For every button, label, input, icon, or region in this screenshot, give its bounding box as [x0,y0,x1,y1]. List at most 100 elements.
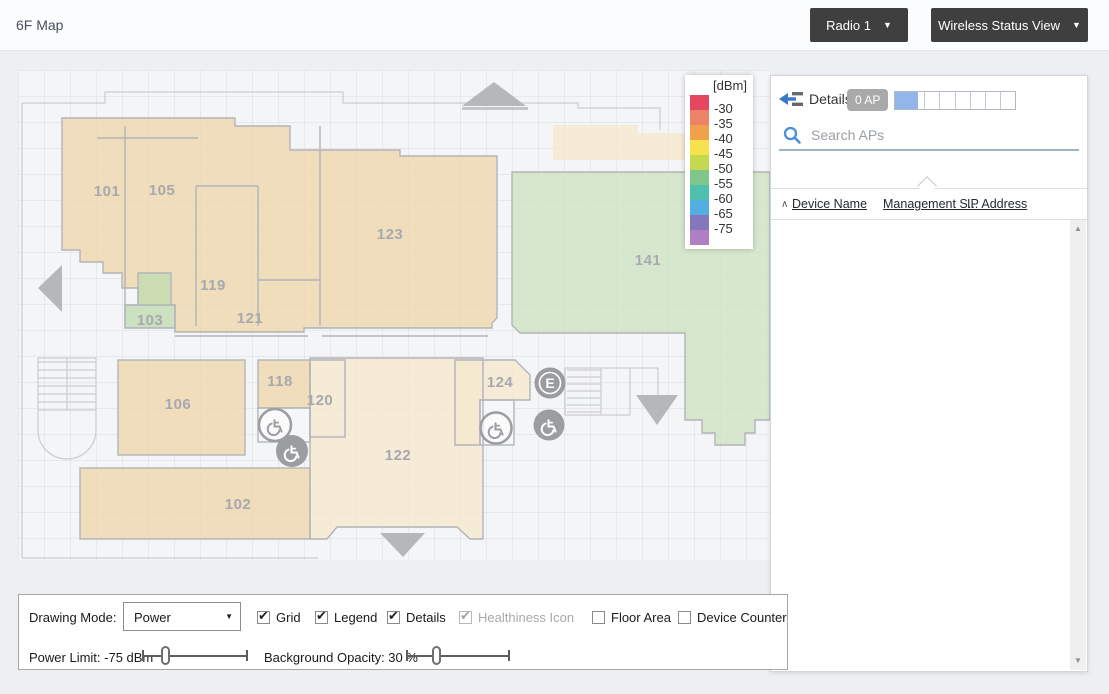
legend-swatch [690,110,709,125]
room-label: 102 [225,496,252,513]
legend-row: -45 [690,140,753,155]
background-opacity-slider[interactable] [406,646,510,666]
ap-count-badge: 0 AP [847,89,888,111]
legend-swatch [690,185,709,200]
arrow-base-bar [462,107,528,110]
page-title: 6F Map [16,17,63,33]
scroll-up-icon[interactable] [1070,222,1086,236]
sort-ascending-icon[interactable] [781,199,788,210]
meter-cell [970,92,985,109]
drawing-mode-label: Drawing Mode: [29,610,116,625]
drawing-mode-select[interactable]: Power ▼ [123,602,241,631]
radio-selector-button[interactable]: Radio 1 [810,8,908,42]
meter-cell [939,92,954,109]
column-header-device-name[interactable]: Device Name [792,197,867,211]
legend-swatch [690,170,709,185]
checkbox-floor-area[interactable]: Floor Area [592,610,671,625]
room-label: 105 [149,182,176,199]
floor-map-canvas: E 101 105 123 [18,70,770,560]
checkbox-healthiness-icon: Healthiness Icon [459,610,574,625]
room-label: 141 [635,252,662,269]
slider-track[interactable] [406,655,510,657]
app-window: 6F Map Radio 1 Wireless Status View [0,0,1109,694]
checkbox-label: Healthiness Icon [478,610,574,625]
chevron-down-icon: ▼ [225,612,233,621]
slider-handle[interactable] [432,646,441,665]
room-label: 103 [137,312,164,329]
drawing-mode-value: Power [134,610,171,625]
dbm-legend: [dBm] -30 -35 -40 -45 -50 -55 -60 -65 -7… [685,75,753,249]
checkbox-label: Details [406,610,446,625]
legend-row: -40 [690,125,753,140]
legend-row: -35 [690,110,753,125]
checkbox-box [459,611,472,624]
meter-cell [1000,92,1015,109]
column-header-management-state[interactable]: Management S... [883,197,978,211]
slider-end-tick [508,650,510,661]
collapse-panel-icon[interactable] [779,89,805,109]
coverage-room-102 [80,468,310,539]
elevator-icon: E [535,368,566,399]
divider [771,219,1087,220]
checkbox-label: Legend [334,610,377,625]
meter-cell [955,92,970,109]
search-underline [779,149,1079,151]
view-selector-button[interactable]: Wireless Status View [931,8,1088,42]
meter-cell [985,92,1000,109]
checkbox-box[interactable] [387,611,400,624]
legend-swatch [690,200,709,215]
meter-cell [924,92,939,109]
wheelchair-icon-filled [534,410,565,441]
map-control-bar: Drawing Mode: Power ▼ Grid Legend Detail… [18,594,788,670]
slider-end-tick [142,650,144,661]
checkbox-box[interactable] [257,611,270,624]
legend-swatch [690,230,709,245]
room-label: 123 [377,226,404,243]
scroll-down-icon[interactable] [1070,654,1086,668]
legend-row: -75 [690,215,753,230]
wheelchair-icon-outlined [481,413,512,444]
checkbox-legend[interactable]: Legend [315,610,377,625]
scrollbar[interactable] [1070,220,1086,670]
room-label: 120 [307,392,334,409]
legend-swatch [690,215,709,230]
room-label: 121 [237,310,264,327]
room-label: 101 [94,183,121,200]
room-label: 119 [200,277,226,294]
column-header-ip-address[interactable]: IP Address [967,197,1027,211]
checkbox-box[interactable] [315,611,328,624]
wheelchair-icon-filled [276,435,308,467]
slider-track[interactable] [142,655,248,657]
floor-map[interactable]: E 101 105 123 [18,70,770,560]
details-panel: Details 0 AP Device Name Management S...… [770,75,1088,672]
legend-title: [dBm] [690,78,753,95]
search-aps-input[interactable] [809,126,1053,144]
slider-end-tick [246,650,248,661]
ap-capacity-meter [894,91,1016,110]
checkbox-box[interactable] [678,611,691,624]
power-limit-slider[interactable] [142,646,248,666]
room-label: 106 [165,396,192,413]
power-limit-label: Power Limit: -75 dBm [29,650,153,665]
background-opacity-label: Background Opacity: 30 % [264,650,418,665]
legend-swatch [690,125,709,140]
view-selector-label: Wireless Status View [938,18,1060,33]
legend-row: -55 [690,170,753,185]
checkbox-device-counter[interactable]: Device Counter [678,610,787,625]
checkbox-details[interactable]: Details [387,610,446,625]
checkbox-label: Device Counter [697,610,787,625]
checkbox-label: Floor Area [611,610,671,625]
meter-fill [895,92,918,109]
checkbox-box[interactable] [592,611,605,624]
legend-row [690,230,753,245]
legend-row: -60 [690,185,753,200]
room-label: 118 [267,373,293,390]
legend-swatch [690,95,709,110]
radio-selector-label: Radio 1 [826,18,871,33]
slider-handle[interactable] [161,646,170,665]
room-label: 124 [487,374,514,391]
legend-row: -50 [690,155,753,170]
checkbox-grid[interactable]: Grid [257,610,301,625]
legend-row: -65 [690,200,753,215]
search-icon [783,126,802,145]
